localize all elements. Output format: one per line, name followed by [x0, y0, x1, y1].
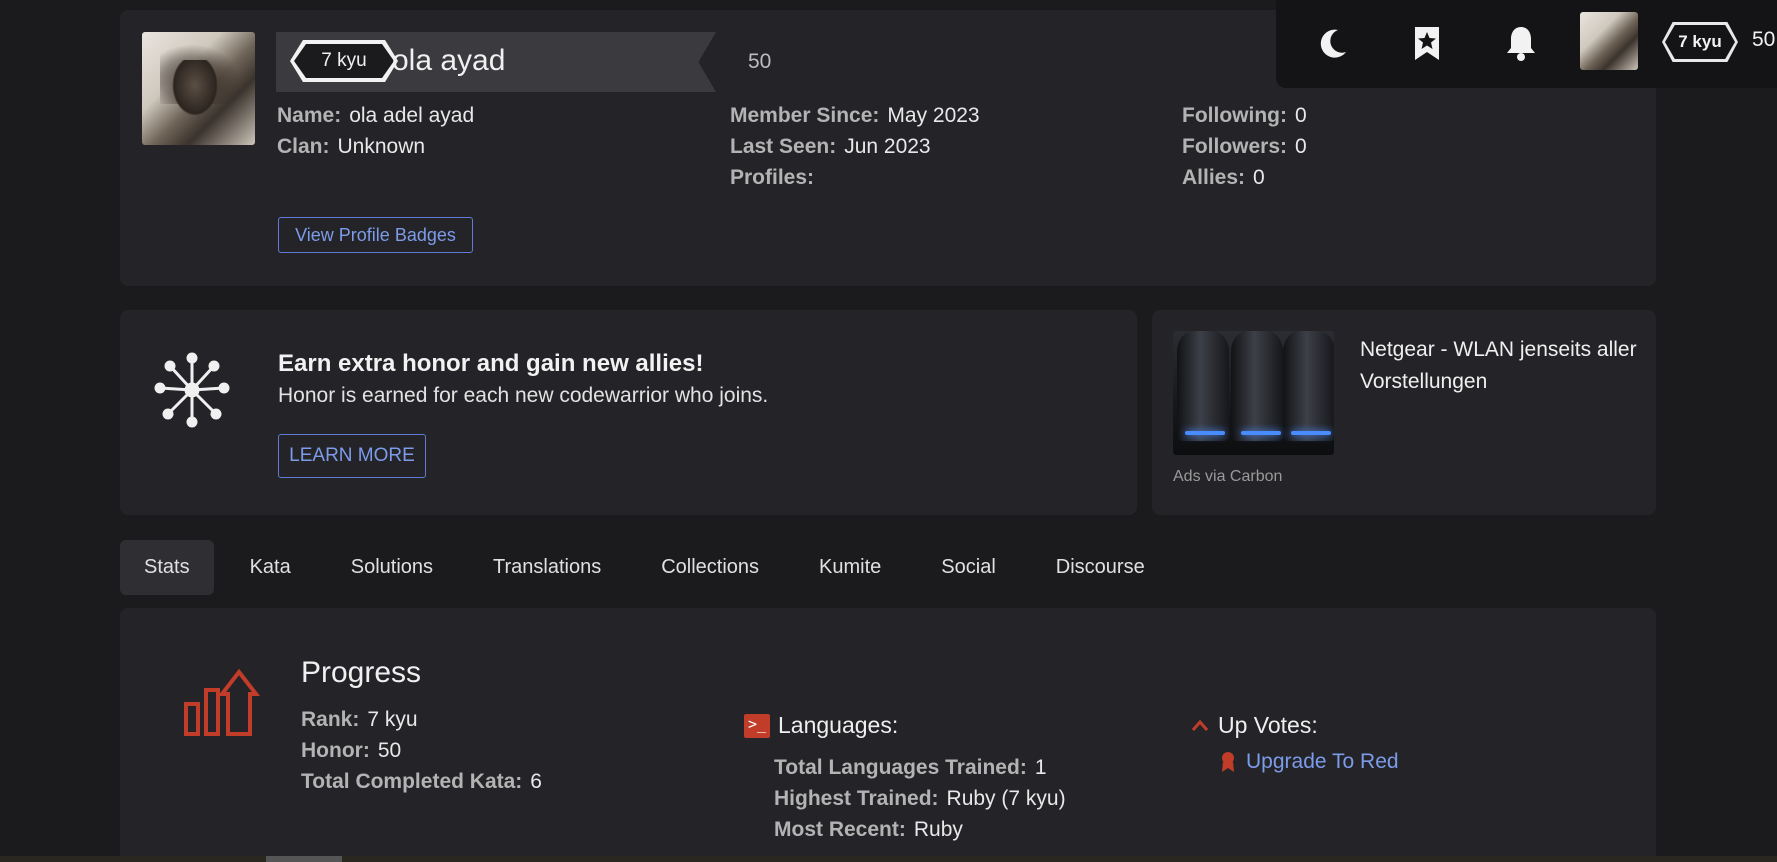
user-avatar[interactable]	[1580, 12, 1638, 70]
starburst-icon	[154, 352, 230, 428]
ad-card: Netgear - WLAN jenseits aller Vorstellun…	[1152, 310, 1656, 515]
tab-stats[interactable]: Stats	[120, 540, 214, 595]
tab-collections[interactable]: Collections	[637, 540, 783, 595]
referral-title: Earn extra honor and gain new allies!	[278, 350, 704, 377]
ribbon-icon	[1222, 752, 1234, 772]
tab-kata[interactable]: Kata	[226, 540, 315, 595]
profile-info-col-3: Following: 0 Followers: 0 Allies: 0	[1182, 100, 1307, 193]
info-row-member-since: Member Since: May 2023	[730, 104, 980, 127]
referral-subtitle: Honor is earned for each new codewarrior…	[278, 384, 769, 407]
user-honor: 50	[1752, 28, 1776, 51]
user-rank-label: 7 kyu	[1665, 25, 1735, 59]
upgrade-to-red-link[interactable]: Upgrade To Red	[1220, 750, 1399, 774]
progress-completed-kata: Total Completed Kata: 6	[301, 770, 542, 793]
info-row-following: Following: 0	[1182, 104, 1307, 127]
profile-info-col-2: Member Since: May 2023 Last Seen: Jun 2023…	[730, 100, 980, 193]
profile-avatar	[142, 32, 255, 145]
stats-card: Progress Rank: 7 kyu Honor: 50 Total Compl…	[120, 608, 1656, 862]
chevron-up-icon	[1191, 719, 1209, 731]
info-row-name: Name: ola adel ayad	[277, 104, 475, 127]
view-profile-badges-button[interactable]: View Profile Badges	[278, 217, 473, 253]
ad-image[interactable]	[1173, 331, 1334, 455]
username: ola ayad	[392, 44, 506, 77]
progress-rank: Rank: 7 kyu	[301, 708, 418, 731]
languages-highest: Highest Trained: Ruby (7 kyu)	[774, 787, 1066, 810]
user-rank-badge: 7 kyu	[1662, 22, 1738, 62]
honor-score: 50	[748, 50, 772, 73]
moon-icon[interactable]	[1316, 24, 1350, 62]
top-user-bar: 7 kyu 50	[1276, 0, 1777, 88]
rank-badge: 7 kyu	[290, 40, 398, 82]
info-row-followers: Followers: 0	[1182, 135, 1307, 158]
progress-title: Progress	[301, 656, 422, 689]
ad-credit-link[interactable]: Ads via Carbon	[1173, 468, 1282, 486]
tab-social[interactable]: Social	[917, 540, 1019, 595]
referral-card: Earn extra honor and gain new allies! Ho…	[120, 310, 1137, 515]
learn-more-button[interactable]: LEARN MORE	[278, 434, 426, 478]
info-row-clan: Clan: Unknown	[277, 135, 426, 158]
tab-solutions[interactable]: Solutions	[327, 540, 457, 595]
progress-honor: Honor: 50	[301, 739, 402, 762]
upvotes-heading: Up Votes:	[1190, 712, 1318, 739]
languages-total: Total Languages Trained: 1	[774, 756, 1047, 779]
languages-heading: >_ Languages:	[744, 712, 898, 739]
rank-badge-label: 7 kyu	[294, 44, 394, 78]
terminal-icon: >_	[744, 713, 770, 738]
profile-tabs: Stats Kata Solutions Translations Collec…	[120, 540, 1181, 595]
info-row-profiles: Profiles:	[730, 166, 815, 189]
progress-chart-icon	[184, 668, 261, 736]
tab-translations[interactable]: Translations	[469, 540, 625, 595]
profile-info-col-1: Name: ola adel ayad Clan: Unknown	[277, 100, 474, 162]
scrollbar-thumb[interactable]	[266, 856, 342, 862]
info-row-last-seen: Last Seen: Jun 2023	[730, 135, 931, 158]
info-row-allies: Allies: 0	[1182, 166, 1265, 189]
ad-title-link[interactable]: Netgear - WLAN jenseits aller Vorstellun…	[1360, 334, 1640, 398]
progress-list: Rank: 7 kyu Honor: 50 Total Completed Kata…	[301, 704, 542, 797]
bell-icon[interactable]	[1504, 24, 1538, 62]
bookmark-star-icon[interactable]	[1410, 24, 1444, 62]
languages-most-recent: Most Recent: Ruby	[774, 818, 963, 841]
tab-kumite[interactable]: Kumite	[795, 540, 905, 595]
languages-list: Total Languages Trained: 1 Highest Traine…	[774, 752, 1066, 845]
tab-discourse[interactable]: Discourse	[1032, 540, 1169, 595]
